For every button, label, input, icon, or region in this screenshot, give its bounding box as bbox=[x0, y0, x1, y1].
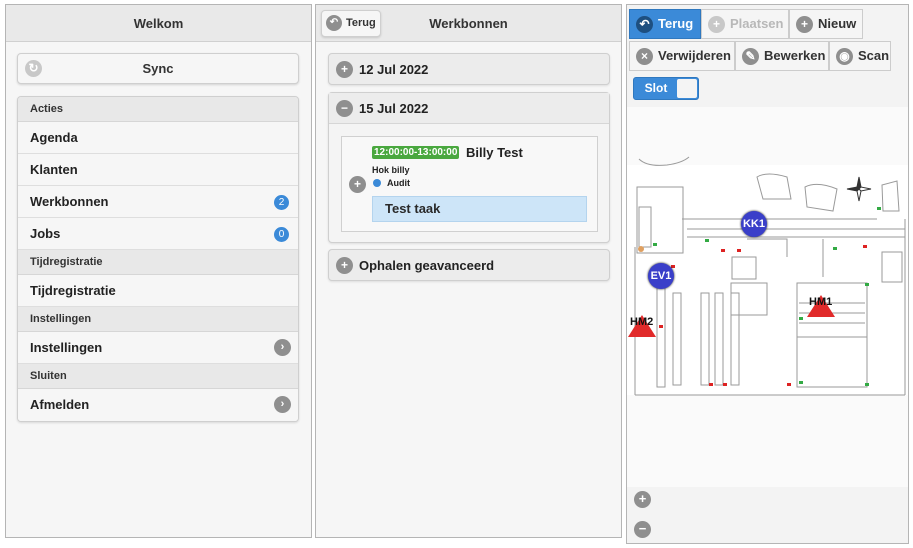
back-button[interactable]: ↶ Terug bbox=[321, 10, 381, 37]
location-label: Hok billy bbox=[372, 165, 410, 175]
minus-icon: − bbox=[336, 100, 353, 117]
fetch-advanced-label: Ophalen geavanceerd bbox=[359, 258, 495, 273]
chevron-right-icon: › bbox=[274, 396, 291, 413]
back-arrow-icon: ↶ bbox=[636, 16, 653, 33]
map-marker-ev1[interactable]: EV1 bbox=[648, 263, 674, 289]
scan-button[interactable]: ◉ Scan bbox=[829, 41, 891, 71]
time-badge: 12:00:00-13:00:00 bbox=[372, 146, 460, 159]
zoom-in-button[interactable]: + bbox=[634, 491, 651, 508]
list-divider-sluiten: Sluiten bbox=[18, 364, 298, 389]
task-item[interactable]: Test taak bbox=[372, 196, 587, 222]
menu-item-jobs[interactable]: Jobs 0 bbox=[18, 218, 298, 250]
new-button[interactable]: + Nieuw bbox=[789, 9, 863, 39]
count-badge: 2 bbox=[274, 195, 289, 210]
toggle-knob bbox=[677, 79, 697, 98]
back-label: Terug bbox=[346, 17, 376, 29]
welcome-screen: Welkom ↻ Sync Acties Agenda Klanten Werk… bbox=[5, 4, 312, 538]
zoom-out-button[interactable]: − bbox=[634, 521, 651, 538]
delete-button[interactable]: × Verwijderen bbox=[629, 41, 735, 71]
lock-toggle[interactable]: Slot bbox=[633, 77, 699, 100]
page-title: Werkbonnen bbox=[429, 16, 508, 31]
menu-item-afmelden[interactable]: Afmelden › bbox=[18, 389, 298, 421]
back-label: Terug bbox=[658, 16, 694, 31]
list-divider-acties: Acties bbox=[18, 97, 298, 122]
count-badge: 0 bbox=[274, 227, 289, 242]
menu-list: Acties Agenda Klanten Werkbonnen 2 Jobs 0 … bbox=[17, 96, 299, 422]
menu-item-label: Jobs bbox=[30, 226, 61, 241]
menu-item-werkbonnen[interactable]: Werkbonnen 2 bbox=[18, 186, 298, 218]
floorplan-screen: ↶ Terug + Plaatsen + Nieuw × Verwijderen… bbox=[626, 4, 909, 544]
plus-icon: + bbox=[336, 61, 353, 78]
plus-icon: + bbox=[796, 16, 813, 33]
date-group-header[interactable]: + 12 Jul 2022 bbox=[329, 54, 609, 85]
floorplan-drawing bbox=[627, 156, 908, 396]
client-name: Billy Test bbox=[466, 145, 523, 160]
page-title: Welkom bbox=[6, 5, 311, 42]
delete-label: Verwijderen bbox=[658, 48, 731, 63]
page-header: ↶ Terug Werkbonnen bbox=[316, 5, 621, 42]
lock-label: Slot bbox=[644, 81, 668, 95]
menu-item-label: Afmelden bbox=[30, 397, 90, 412]
sync-label: Sync bbox=[142, 61, 174, 76]
map-marker-kk1[interactable]: KK1 bbox=[741, 211, 767, 237]
marker-label-hm1: HM1 bbox=[809, 296, 833, 308]
workorders-screen: ↶ Terug Werkbonnen + 12 Jul 2022 − 15 Ju… bbox=[315, 4, 622, 538]
edit-label: Bewerken bbox=[764, 48, 826, 63]
eye-icon: ◉ bbox=[836, 48, 853, 65]
menu-item-label: Instellingen bbox=[30, 340, 103, 355]
plus-icon[interactable]: + bbox=[349, 176, 366, 193]
chevron-right-icon: › bbox=[274, 339, 291, 356]
refresh-icon: ↻ bbox=[25, 60, 42, 77]
plus-icon: + bbox=[708, 16, 725, 33]
menu-item-label: Tijdregistratie bbox=[30, 283, 116, 298]
date-label: 12 Jul 2022 bbox=[359, 62, 429, 77]
date-label: 15 Jul 2022 bbox=[359, 101, 429, 116]
workorder-card[interactable]: + 12:00:00-13:00:00 Billy Test Hok billy… bbox=[341, 136, 598, 232]
sync-button[interactable]: ↻ Sync bbox=[17, 53, 299, 84]
floorplan-map[interactable]: KK1 EV1 HM1 HM2 bbox=[627, 107, 908, 487]
status-dot bbox=[373, 179, 381, 187]
list-divider-instellingen: Instellingen bbox=[18, 307, 298, 332]
workorder-type: Audit bbox=[387, 178, 410, 188]
place-button[interactable]: + Plaatsen bbox=[701, 9, 789, 39]
menu-item-klanten[interactable]: Klanten bbox=[18, 154, 298, 186]
new-label: Nieuw bbox=[818, 16, 857, 31]
menu-item-label: Agenda bbox=[30, 130, 78, 145]
date-group-header[interactable]: − 15 Jul 2022 bbox=[329, 93, 609, 124]
back-button[interactable]: ↶ Terug bbox=[629, 9, 701, 39]
date-group-collapsed[interactable]: + 12 Jul 2022 bbox=[328, 53, 610, 85]
menu-item-label: Klanten bbox=[30, 162, 78, 177]
fetch-advanced-group[interactable]: + Ophalen geavanceerd bbox=[328, 249, 610, 281]
marker-label-hm2: HM2 bbox=[630, 316, 654, 328]
date-group-expanded: − 15 Jul 2022 + 12:00:00-13:00:00 Billy … bbox=[328, 92, 610, 243]
menu-item-instellingen[interactable]: Instellingen › bbox=[18, 332, 298, 364]
pencil-icon: ✎ bbox=[742, 48, 759, 65]
edit-button[interactable]: ✎ Bewerken bbox=[735, 41, 829, 71]
menu-item-label: Werkbonnen bbox=[30, 194, 109, 209]
fetch-advanced-header[interactable]: + Ophalen geavanceerd bbox=[329, 250, 609, 281]
menu-item-tijdregistratie[interactable]: Tijdregistratie bbox=[18, 275, 298, 307]
place-label: Plaatsen bbox=[730, 16, 784, 31]
plus-icon: + bbox=[336, 257, 353, 274]
close-icon: × bbox=[636, 48, 653, 65]
back-arrow-icon: ↶ bbox=[326, 15, 342, 31]
menu-item-agenda[interactable]: Agenda bbox=[18, 122, 298, 154]
scan-label: Scan bbox=[858, 48, 890, 63]
list-divider-tijdregistratie: Tijdregistratie bbox=[18, 250, 298, 275]
